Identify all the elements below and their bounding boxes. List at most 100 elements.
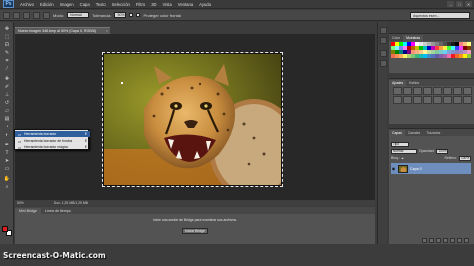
dodge-tool-icon[interactable]: ◐ [3, 131, 11, 138]
eyedropper-tool-icon[interactable]: ⁄ [3, 65, 11, 72]
brightness-icon[interactable] [393, 87, 402, 95]
zoom-level[interactable]: 50% [17, 201, 24, 205]
close-icon[interactable]: × [106, 29, 108, 33]
gradient-map-icon[interactable] [453, 96, 462, 104]
foreground-color-swatch[interactable] [2, 226, 8, 232]
tools-panel: ✥ ⬚ ᘏ ✎ ⌗ ⁄ ✚ ✐ ⊥ ↺ ▱ ▤ ◔ ◐ ✒ T ➤ ▭ ✋ ⌕ [0, 22, 14, 244]
mixer-icon[interactable] [403, 96, 412, 104]
flyout-item-magic-eraser[interactable]: ▱ Herramienta borrador mágico E [15, 144, 90, 150]
mode-select[interactable]: Normal [67, 12, 90, 18]
character-panel-icon[interactable] [380, 50, 387, 57]
layer-style-icon[interactable] [429, 238, 434, 243]
shape-tool-icon[interactable]: ▭ [3, 165, 11, 172]
tool-preset-icon[interactable] [3, 11, 10, 19]
adjustment-layer-icon[interactable] [443, 238, 448, 243]
lasso-tool-icon[interactable]: ᘏ [3, 41, 11, 48]
hand-tool-icon[interactable]: ✋ [3, 175, 11, 182]
gradient-tool-icon[interactable]: ▤ [3, 115, 11, 122]
layer-row[interactable]: ◉ Capa 0 [391, 163, 471, 174]
lock-icon[interactable]: 🔒︎ [402, 156, 404, 160]
menu-capa[interactable]: Capa [77, 2, 93, 7]
quick-select-tool-icon[interactable]: ✎ [3, 49, 11, 56]
eraser-tool-icon[interactable]: ▱ [3, 107, 11, 114]
protect-color-checkbox[interactable] [136, 13, 141, 17]
eraser-icon: ▱ [17, 131, 22, 137]
tab-layers[interactable]: Capas [389, 130, 405, 136]
opacity-input[interactable]: 100% [436, 148, 449, 154]
menu-ayuda[interactable]: Ayuda [196, 2, 214, 7]
bw-icon[interactable] [463, 87, 472, 95]
close-button[interactable]: ✕ [465, 1, 472, 7]
menu-texto[interactable]: Texto [93, 2, 109, 7]
visibility-eye-icon[interactable]: ◉ [391, 166, 396, 171]
threshold-icon[interactable] [443, 96, 452, 104]
levels-icon[interactable] [403, 87, 412, 95]
brush-tool-icon[interactable]: ✐ [3, 83, 11, 90]
trash-icon[interactable] [464, 238, 469, 243]
tab-adjustments[interactable]: Ajustes [389, 80, 407, 86]
flyout-item-eraser[interactable]: ▱ Herramienta borrador E [15, 131, 90, 137]
tab-paths[interactable]: Trazados [423, 130, 443, 136]
adjustments-panel-tabs: Ajustes Estilos [389, 79, 474, 86]
swatch-grid [391, 42, 471, 66]
clone-stamp-tool-icon[interactable]: ⊥ [3, 91, 11, 98]
move-tool-icon[interactable]: ✥ [3, 25, 11, 32]
maximize-button[interactable]: □ [456, 1, 463, 7]
crop-tool-icon[interactable]: ⌗ [3, 57, 11, 64]
tolerance-input[interactable]: 50% [114, 12, 127, 18]
invert-icon[interactable] [423, 96, 432, 104]
paragraph-panel-icon[interactable] [380, 60, 387, 67]
new-group-icon[interactable] [450, 238, 455, 243]
healing-brush-tool-icon[interactable]: ✚ [3, 75, 11, 82]
sampling-swatch-icon[interactable] [43, 11, 50, 19]
hue-icon[interactable] [443, 87, 452, 95]
zoom-tool-icon[interactable]: ⌕ [3, 183, 11, 190]
tab-channels[interactable]: Canales [405, 130, 423, 136]
layer-mask-icon[interactable] [436, 238, 441, 243]
color-swatch[interactable] [467, 54, 471, 58]
workspace-select[interactable]: Aspectos esen... [410, 12, 470, 19]
tab-color[interactable]: Color [389, 35, 403, 41]
fill-input[interactable]: 100% [459, 155, 471, 161]
sampling-once-icon[interactable] [33, 11, 40, 19]
menu-vista[interactable]: Vista [160, 2, 175, 7]
menu-imagen[interactable]: Imagen [57, 2, 77, 7]
selective-color-icon[interactable] [463, 96, 472, 104]
menu-ventana[interactable]: Ventana [175, 2, 196, 7]
document-tab[interactable]: Nuevo imagen 346.bmp al 50% (Capa 0, RGB… [15, 27, 110, 34]
brush-preset-icon[interactable] [13, 11, 20, 19]
menu-archivo[interactable]: Archivo [17, 2, 37, 7]
cheetah-photo[interactable] [103, 53, 282, 186]
layer-name[interactable]: Capa 0 [410, 167, 422, 171]
tab-styles[interactable]: Estilos [406, 80, 422, 86]
history-panel-icon[interactable] [380, 27, 387, 34]
layer-kind-select[interactable]: Tipo [391, 141, 409, 147]
pen-tool-icon[interactable]: ✒ [3, 141, 11, 148]
anti-alias-checkbox[interactable] [129, 13, 134, 17]
vibrance-icon[interactable] [433, 87, 442, 95]
minimize-button[interactable]: – [447, 1, 454, 7]
menu-seleccion[interactable]: Selección [109, 2, 133, 7]
sampling-continuous-icon[interactable] [23, 11, 30, 19]
posterize-icon[interactable] [433, 96, 442, 104]
balance-icon[interactable] [453, 87, 462, 95]
menu-edicion[interactable]: Edición [37, 2, 57, 7]
marquee-tool-icon[interactable]: ⬚ [3, 33, 11, 40]
menu-3d[interactable]: 3D [148, 2, 159, 7]
bridge-panel-tabs: Mini Bridge Línea de tiempo [15, 207, 375, 214]
properties-panel-icon[interactable] [380, 37, 387, 44]
type-tool-icon[interactable]: T [3, 149, 11, 156]
lookup-icon[interactable] [413, 96, 422, 104]
blur-tool-icon[interactable]: ◔ [3, 123, 11, 130]
launch-bridge-button[interactable]: Iniciar Bridge [182, 228, 208, 234]
blend-mode-select[interactable]: Normal [391, 148, 417, 154]
new-layer-icon[interactable] [457, 238, 462, 243]
history-brush-tool-icon[interactable]: ↺ [3, 99, 11, 106]
curves-icon[interactable] [413, 87, 422, 95]
exposure-icon[interactable] [423, 87, 432, 95]
photo-filter-icon[interactable] [393, 96, 402, 104]
menu-filtro[interactable]: Filtro [133, 2, 148, 7]
tab-swatches[interactable]: Muestras [403, 35, 424, 41]
link-layers-icon[interactable] [422, 238, 427, 243]
path-select-tool-icon[interactable]: ➤ [3, 157, 11, 164]
